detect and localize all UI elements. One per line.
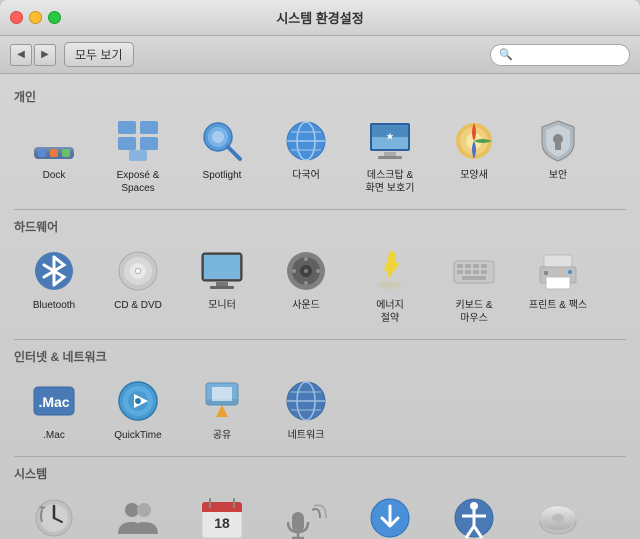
divider-hardware (14, 209, 626, 210)
sharing-label: 공유 (213, 429, 231, 442)
section-title-personal: 개인 (14, 88, 626, 105)
back-button[interactable]: ◀ (10, 44, 32, 66)
speech-icon (282, 494, 330, 539)
icon-cddvd[interactable]: CD & DVD (98, 243, 178, 329)
monitor-icon (198, 247, 246, 295)
network-icon (282, 377, 330, 425)
forward-button[interactable]: ▶ (34, 44, 56, 66)
expose-label: Exposé &Spaces (117, 169, 160, 195)
energy-icon (366, 247, 414, 295)
dock-label: Dock (43, 169, 66, 182)
universalaccess-icon (450, 494, 498, 539)
icon-network[interactable]: 네트워크 (266, 373, 346, 446)
mac-icon: .Mac (30, 377, 78, 425)
icon-mac[interactable]: .Mac .Mac (14, 373, 94, 446)
print-label: 프린트 & 팩스 (529, 299, 587, 312)
section-title-system: 시스템 (14, 465, 626, 482)
softwareupdate-icon (366, 494, 414, 539)
internet-grid: .Mac .Mac QuickTime (14, 373, 626, 446)
sound-label: 사운드 (292, 299, 320, 312)
icon-monitor[interactable]: 모니터 (182, 243, 262, 329)
icon-dock[interactable]: Dock (14, 113, 94, 199)
print-icon (534, 247, 582, 295)
search-icon: 🔍 (499, 48, 513, 61)
language-label: 다국어 (292, 169, 320, 182)
icon-softwareupdate[interactable]: 소프트웨어업데이트 (350, 490, 430, 539)
startdisk-icon (534, 494, 582, 539)
spotlight-icon (198, 117, 246, 165)
toolbar: ◀ ▶ 모두 보기 🔍 (0, 36, 640, 74)
divider-internet (14, 339, 626, 340)
appearance-label: 모양새 (460, 169, 488, 182)
icon-sound[interactable]: 사운드 (266, 243, 346, 329)
system-preferences-window: 시스템 환경설정 ◀ ▶ 모두 보기 🔍 개인 (0, 0, 640, 539)
security-label: 보안 (549, 169, 567, 182)
icon-expose[interactable]: Exposé &Spaces (98, 113, 178, 199)
quicktime-label: QuickTime (114, 429, 161, 442)
svg-text:.Mac: .Mac (38, 394, 69, 410)
window-title: 시스템 환경설정 (276, 8, 363, 27)
cddvd-icon (114, 247, 162, 295)
icon-language[interactable]: 다국어 (266, 113, 346, 199)
titlebar: 시스템 환경설정 (0, 0, 640, 36)
appearance-icon (450, 117, 498, 165)
search-input[interactable] (516, 48, 621, 62)
accounts-icon (114, 494, 162, 539)
desktop-icon: ★ (366, 117, 414, 165)
icon-spotlight[interactable]: Spotlight (182, 113, 262, 199)
icon-accounts[interactable]: 계정 (98, 490, 178, 539)
icon-universalaccess[interactable]: 손쉬운 사용 (434, 490, 514, 539)
icon-security[interactable]: 보안 (518, 113, 598, 199)
icon-quicktime[interactable]: QuickTime (98, 373, 178, 446)
main-content: 개인 Dock (0, 74, 640, 539)
bluetooth-icon (30, 247, 78, 295)
spotlight-label: Spotlight (203, 169, 242, 182)
section-title-internet: 인터넷 & 네트워크 (14, 348, 626, 365)
keyboard-label: 키보드 &마우스 (455, 299, 492, 325)
search-box[interactable]: 🔍 (490, 44, 630, 66)
personal-grid: Dock Exposé &Spaces (14, 113, 626, 199)
desktop-label: 데스크탑 &화면 보호기 (366, 169, 415, 195)
nav-buttons: ◀ ▶ (10, 44, 56, 66)
security-icon (534, 117, 582, 165)
dock-icon (30, 117, 78, 165)
icon-keyboard[interactable]: 키보드 &마우스 (434, 243, 514, 329)
mac-label: .Mac (43, 429, 65, 442)
minimize-button[interactable] (29, 11, 42, 24)
traffic-lights (10, 11, 61, 24)
icon-print[interactable]: 프린트 & 팩스 (518, 243, 598, 329)
quicktime-icon (114, 377, 162, 425)
icon-desktop[interactable]: ★ 데스크탑 &화면 보호기 (350, 113, 430, 199)
divider-system (14, 456, 626, 457)
icon-speech[interactable]: 말하기 (266, 490, 346, 539)
sharing-icon (198, 377, 246, 425)
icon-timemachine[interactable]: Time Machine (14, 490, 94, 539)
icon-startdisk[interactable]: 시동 디스크 (518, 490, 598, 539)
icon-sharing[interactable]: 공유 (182, 373, 262, 446)
hardware-grid: Bluetooth CD & DVD (14, 243, 626, 329)
energy-label: 에너지절약 (376, 299, 404, 325)
sound-icon (282, 247, 330, 295)
network-label: 네트워크 (288, 429, 325, 442)
icon-datetime[interactable]: 18 날짜와 시간 (182, 490, 262, 539)
close-button[interactable] (10, 11, 23, 24)
svg-text:★: ★ (386, 132, 394, 141)
datetime-icon: 18 (198, 494, 246, 539)
timemachine-icon (30, 494, 78, 539)
language-icon (282, 117, 330, 165)
maximize-button[interactable] (48, 11, 61, 24)
cddvd-label: CD & DVD (114, 299, 162, 312)
system-grid: Time Machine 계정 (14, 490, 626, 539)
monitor-label: 모니터 (208, 299, 236, 312)
icon-bluetooth[interactable]: Bluetooth (14, 243, 94, 329)
svg-text:18: 18 (214, 515, 230, 531)
icon-appearance[interactable]: 모양새 (434, 113, 514, 199)
icon-energy[interactable]: 에너지절약 (350, 243, 430, 329)
bluetooth-label: Bluetooth (33, 299, 75, 312)
expose-icon (114, 117, 162, 165)
show-all-button[interactable]: 모두 보기 (64, 42, 134, 67)
section-title-hardware: 하드웨어 (14, 218, 626, 235)
keyboard-icon (450, 247, 498, 295)
